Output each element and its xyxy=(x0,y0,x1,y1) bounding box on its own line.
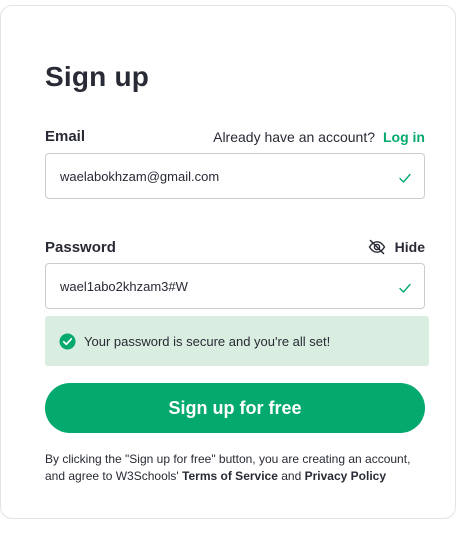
hide-password-toggle[interactable]: Hide xyxy=(368,238,425,256)
success-text: Your password is secure and you're all s… xyxy=(84,333,331,349)
checkmark-icon xyxy=(399,283,411,293)
login-prompt-text: Already have an account? xyxy=(213,128,375,145)
password-success-message: Your password is secure and you're all s… xyxy=(45,316,429,366)
email-label-row: Email Already have an account? Log in xyxy=(45,128,425,145)
email-field[interactable] xyxy=(45,153,425,199)
signup-card: Sign up Email Already have an account? L… xyxy=(0,5,456,519)
password-field[interactable] xyxy=(45,263,425,309)
page-title: Sign up xyxy=(45,61,150,92)
email-input[interactable] xyxy=(60,168,398,184)
email-label: Email xyxy=(45,128,86,145)
password-input[interactable] xyxy=(60,278,398,294)
privacy-policy-link[interactable]: Privacy Policy xyxy=(305,469,386,483)
terms-conjunction: and xyxy=(281,469,302,483)
terms-of-service-link[interactable]: Terms of Service xyxy=(182,469,278,483)
checkmark-icon xyxy=(399,173,411,183)
signup-button[interactable]: Sign up for free xyxy=(45,383,425,433)
eye-slash-icon xyxy=(368,239,385,255)
password-label-row: Password Hide xyxy=(45,238,425,256)
login-link[interactable]: Log in xyxy=(383,129,425,145)
login-prompt: Already have an account? Log in xyxy=(213,129,425,145)
hide-label: Hide xyxy=(394,239,425,255)
circle-check-icon xyxy=(59,332,76,350)
terms-notice: By clicking the "Sign up for free" butto… xyxy=(45,451,430,485)
password-label: Password xyxy=(45,238,116,256)
